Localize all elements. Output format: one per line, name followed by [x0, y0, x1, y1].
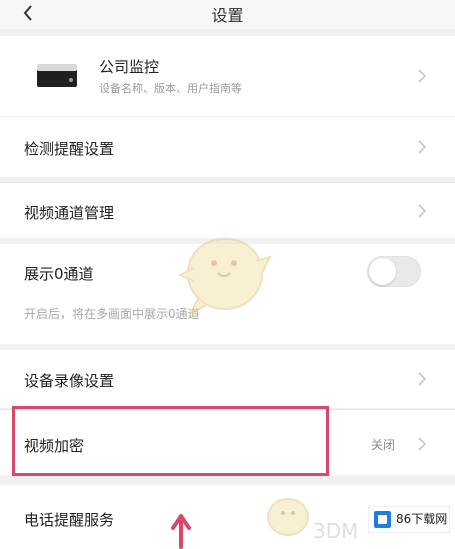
- chevron-right-icon: [418, 204, 426, 218]
- row-show-channel0-label: 展示0通道: [24, 265, 94, 283]
- toggle-knob: [369, 258, 396, 285]
- mascot-watermark-icon: [177, 237, 272, 318]
- show-channel0-toggle[interactable]: [367, 256, 421, 287]
- row-channel-manage-label: 视频通道管理: [24, 204, 115, 222]
- chevron-right-icon: [418, 372, 426, 386]
- site-watermark: 3DM: [313, 519, 359, 543]
- page-title: 设置: [211, 6, 244, 25]
- row-video-encrypt-label: 视频加密: [24, 437, 85, 455]
- settings-screen: 设置 公司监控 设备名称、版本、用户指南等 检测提醒设置 视频通道管理 展示0通…: [0, 0, 455, 549]
- show-channel0-hint: 开启后，将在多画面中展示0通道: [24, 307, 200, 321]
- annotation-arrow-icon: [171, 514, 191, 549]
- chevron-right-icon: [418, 140, 426, 154]
- top-bar: 设置: [0, 0, 455, 29]
- device-subtitle: 设备名称、版本、用户指南等: [99, 82, 242, 95]
- site-logo-text: 86下载网: [396, 512, 448, 526]
- row-detect-reminder-label: 检测提醒设置: [24, 140, 115, 158]
- video-encrypt-value: 关闭: [371, 438, 396, 452]
- mascot-watermark-small-icon: [266, 497, 310, 537]
- chevron-right-icon: [418, 437, 426, 451]
- row-phone-reminder-label: 电话提醒服务: [24, 511, 115, 529]
- device-thumbnail-icon: [36, 62, 78, 90]
- device-name: 公司监控: [99, 58, 160, 76]
- chevron-right-icon: [418, 69, 426, 83]
- row-record-settings-label: 设备录像设置: [24, 372, 115, 390]
